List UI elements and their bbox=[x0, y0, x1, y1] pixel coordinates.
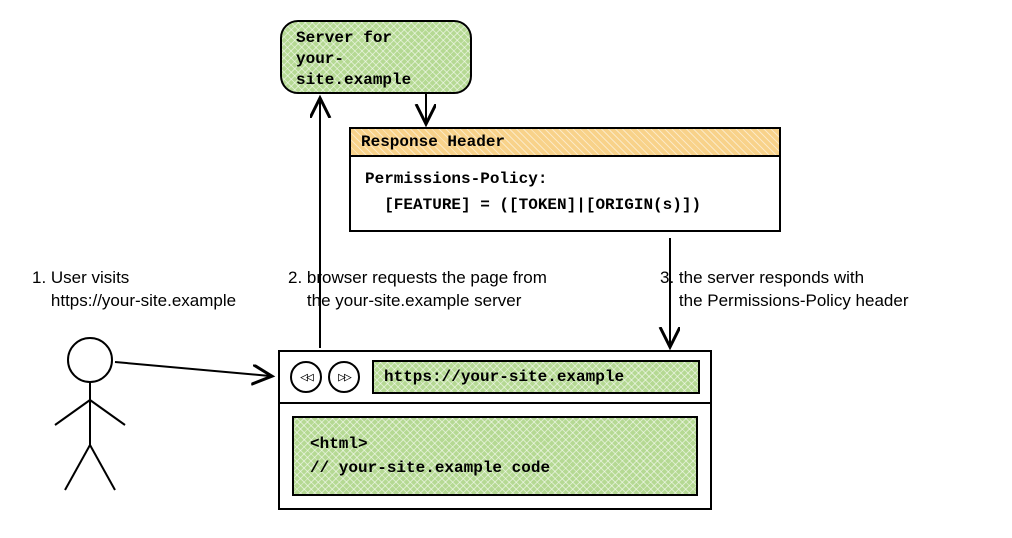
caption-1: 1. User visits https://your-site.example bbox=[32, 267, 262, 313]
caption-2a: 2. browser requests the page from bbox=[288, 267, 608, 290]
caption-2: 2. browser requests the page from the yo… bbox=[288, 267, 608, 313]
response-header-body: Permissions-Policy: [FEATURE] = ([TOKEN]… bbox=[351, 157, 779, 230]
caption-3: 3. the server responds with the Permissi… bbox=[660, 267, 970, 313]
caption-2b: the your-site.example server bbox=[288, 290, 608, 313]
arrow-user-to-browser bbox=[115, 362, 270, 376]
response-header-box: Response Header Permissions-Policy: [FEA… bbox=[349, 127, 781, 232]
caption-3b: the Permissions-Policy header bbox=[660, 290, 970, 313]
page-code-box: <html> // your-site.example code bbox=[292, 416, 698, 496]
user-stick-figure bbox=[55, 338, 125, 490]
server-box: Server for your-site.example bbox=[280, 20, 472, 94]
browser-body: <html> // your-site.example code bbox=[280, 404, 710, 508]
caption-1a: 1. User visits bbox=[32, 267, 262, 290]
server-label-line1: Server for bbox=[296, 28, 456, 49]
back-button-icon: ◁◁ bbox=[290, 361, 322, 393]
caption-1b: https://your-site.example bbox=[32, 290, 262, 313]
response-header-line1: Permissions-Policy: bbox=[365, 167, 765, 193]
response-header-line2: [FEATURE] = ([TOKEN]|[ORIGIN(s)]) bbox=[365, 193, 765, 219]
browser-toolbar: ◁◁ ▷▷ https://your-site.example bbox=[280, 352, 710, 404]
code-line2: // your-site.example code bbox=[310, 456, 680, 480]
response-header-title: Response Header bbox=[351, 129, 779, 157]
caption-3a: 3. the server responds with bbox=[660, 267, 970, 290]
server-label-line2: your-site.example bbox=[296, 49, 456, 91]
code-line1: <html> bbox=[310, 432, 680, 456]
browser-window: ◁◁ ▷▷ https://your-site.example <html> /… bbox=[278, 350, 712, 510]
forward-button-icon: ▷▷ bbox=[328, 361, 360, 393]
url-bar: https://your-site.example bbox=[372, 360, 700, 394]
